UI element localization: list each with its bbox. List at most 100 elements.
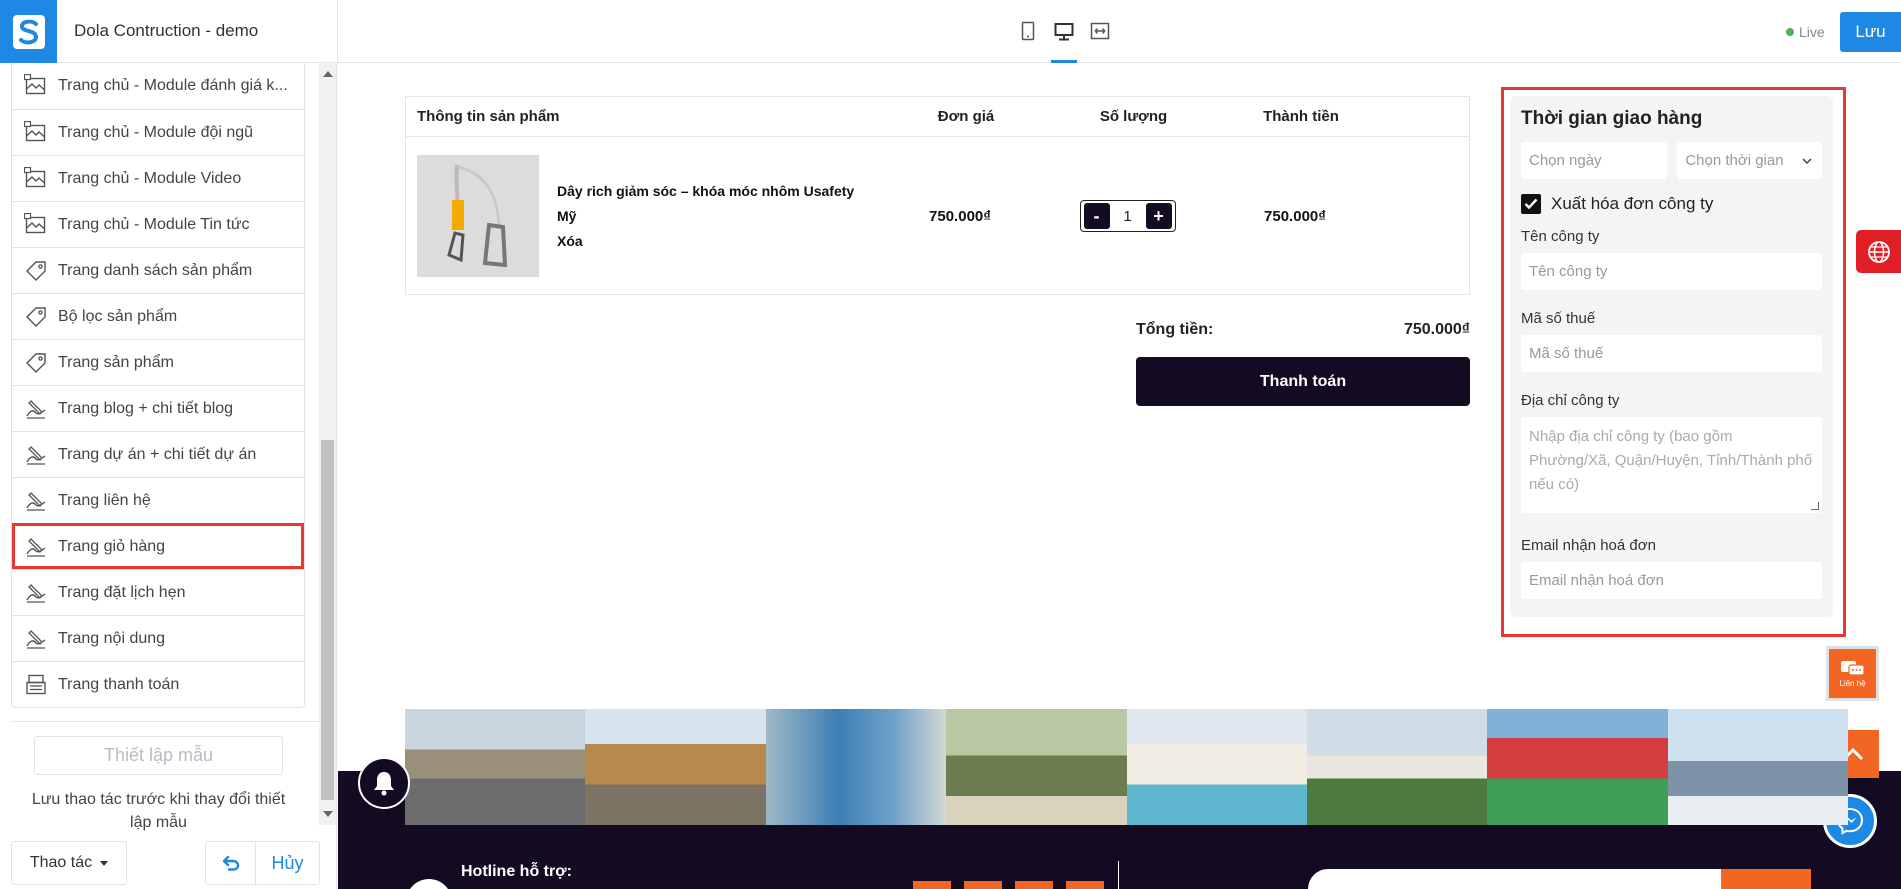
mobile-icon [1021, 21, 1035, 41]
desktop-view-button[interactable] [1051, 16, 1077, 63]
sidebar-item[interactable]: Trang chủ - Module Tin tức [12, 201, 304, 247]
sidebar-item-label: Trang chủ - Module Tin tức [58, 215, 250, 233]
sidebar-item[interactable]: Trang nội dung [12, 615, 304, 661]
cart-table: Thông tin sản phẩm Đơn giá Số lượng Thàn… [405, 96, 1470, 295]
sidebar-item[interactable]: Trang chủ - Module đánh giá k... [12, 63, 304, 109]
email-input[interactable]: Email nhận hoá đơn [1521, 562, 1822, 599]
divider [11, 721, 319, 722]
item-unit-price: 750.000₫ [929, 207, 991, 225]
sidebar-item[interactable]: Trang giỏ hàng [12, 523, 304, 569]
cart-item-row: Dây rich giảm sóc – khóa móc nhôm Usafet… [406, 137, 1469, 295]
social-icon[interactable] [1015, 881, 1053, 889]
newsletter-button[interactable] [1721, 869, 1811, 889]
sidebar-item[interactable]: Bộ lọc sản phẩm [12, 293, 304, 339]
time-select[interactable]: Chọn thời gian [1677, 142, 1822, 179]
checkout-button[interactable]: Thanh toán [1136, 357, 1470, 406]
sidebar-scrollbar[interactable] [319, 63, 336, 825]
address-textarea[interactable]: Nhập địa chỉ công ty (bao gồm Phường/Xã,… [1521, 417, 1822, 513]
gallery-image[interactable] [1126, 709, 1307, 825]
date-picker[interactable]: Chọn ngày [1521, 142, 1668, 179]
checkmark-icon [1524, 198, 1538, 210]
logo[interactable] [0, 0, 57, 63]
lanyard-image-icon [417, 155, 539, 277]
sidebar-item-label: Trang blog + chi tiết blog [58, 399, 234, 417]
notification-bell-button[interactable] [358, 757, 410, 809]
gallery-image[interactable] [1306, 709, 1488, 825]
sidebar-item[interactable]: Trang đặt lịch hẹn [12, 569, 304, 615]
contact-label: Liên hệ [1839, 679, 1866, 688]
decrease-qty-button[interactable]: - [1083, 203, 1110, 229]
gallery-image[interactable] [1667, 709, 1848, 825]
desktop-icon [1054, 23, 1074, 41]
company-input[interactable]: Tên công ty [1521, 253, 1822, 290]
pen-icon [24, 535, 48, 559]
scroll-thumb[interactable] [321, 440, 334, 800]
caret-down-icon [100, 860, 109, 866]
delivery-panel-highlight: Thời gian giao hàng Chọn ngày Chọn thời … [1501, 87, 1846, 637]
live-dot-icon [1786, 28, 1794, 36]
layout-icon [23, 73, 48, 98]
sidebar-item[interactable]: Trang danh sách sản phẩm [12, 247, 304, 293]
resize-grip-icon[interactable] [1811, 502, 1819, 510]
gallery-image[interactable] [765, 709, 947, 825]
gallery-image[interactable] [585, 709, 766, 825]
sidebar-item[interactable]: Trang chủ - Module Video [12, 155, 304, 201]
bell-icon [374, 772, 394, 796]
language-button[interactable] [1856, 230, 1901, 273]
time-select-value: Chọn thời gian [1685, 152, 1784, 169]
expand-width-icon [1090, 22, 1110, 40]
gallery-image[interactable] [1487, 709, 1668, 825]
col-product-info: Thông tin sản phẩm [417, 108, 560, 125]
sidebar-item-label: Trang đặt lịch hẹn [58, 583, 186, 601]
remove-link[interactable]: Xóa [557, 229, 857, 254]
sidebar-item[interactable]: Trang thanh toán [12, 661, 304, 707]
chevron-down-icon [1802, 157, 1812, 164]
scroll-up-icon[interactable] [323, 71, 333, 77]
template-setup-button[interactable]: Thiết lập mẫu [34, 736, 283, 775]
total-label: Tổng tiền: [1136, 321, 1214, 338]
sidebar-item[interactable]: Trang dự án + chi tiết dự án [12, 431, 304, 477]
sidebar-item[interactable]: Trang liên hệ [12, 477, 304, 523]
quantity-stepper[interactable]: - 1 + [1079, 200, 1176, 232]
total-value: 750.000₫ [1403, 321, 1470, 338]
tax-input[interactable]: Mã số thuế [1521, 335, 1822, 372]
sidebar-item[interactable]: Trang chủ - Module đội ngũ [12, 109, 304, 155]
quantity-cell: - 1 + [1020, 200, 1235, 232]
product-name[interactable]: Dây rich giảm sóc – khóa móc nhôm Usafet… [557, 179, 857, 254]
action-dropdown[interactable]: Thao tác [11, 841, 127, 885]
social-icon[interactable] [1066, 881, 1104, 889]
address-label: Địa chỉ công ty [1521, 392, 1620, 409]
qty-value[interactable]: 1 [1123, 208, 1131, 225]
invoice-label: Xuất hóa đơn công ty [1551, 194, 1714, 213]
invoice-checkbox[interactable] [1521, 194, 1541, 214]
layout-icon [23, 166, 48, 191]
gallery-image[interactable] [405, 709, 586, 825]
fullwidth-view-button[interactable] [1087, 16, 1113, 46]
save-button[interactable]: Lưu [1840, 12, 1901, 52]
product-name-line[interactable]: Dây rich giảm sóc – khóa móc nhôm Usafet… [557, 179, 857, 229]
sidebar-item-label: Trang danh sách sản phẩm [58, 261, 253, 279]
product-image[interactable] [417, 155, 539, 277]
gallery-image[interactable] [946, 709, 1127, 825]
scroll-down-icon[interactable] [323, 811, 333, 817]
live-indicator[interactable]: Live [1786, 24, 1825, 40]
contact-widget-button[interactable]: Liên hệ [1826, 646, 1879, 701]
pen-icon [24, 397, 48, 421]
undo-button[interactable] [205, 841, 256, 885]
increase-qty-button[interactable]: + [1145, 203, 1172, 229]
sidebar-item-label: Trang chủ - Module Video [58, 169, 242, 187]
newsletter-input[interactable] [1308, 869, 1730, 889]
tag-icon [24, 259, 48, 283]
social-icon[interactable] [913, 881, 951, 889]
sidebar-item[interactable]: Trang sản phẩm [12, 339, 304, 385]
divider [1118, 861, 1119, 889]
social-icon[interactable] [964, 881, 1002, 889]
preview-canvas: Thông tin sản phẩm Đơn giá Số lượng Thàn… [338, 63, 1901, 889]
col-total: Thành tiền [1263, 108, 1339, 125]
invoice-checkbox-row[interactable]: Xuất hóa đơn công ty [1521, 194, 1822, 214]
cancel-button[interactable]: Hủy [256, 841, 320, 885]
sidebar-item[interactable]: Trang blog + chi tiết blog [12, 385, 304, 431]
mobile-view-button[interactable] [1015, 16, 1041, 46]
globe-icon [1867, 240, 1890, 263]
cart-table-header: Thông tin sản phẩm Đơn giá Số lượng Thàn… [406, 97, 1469, 137]
